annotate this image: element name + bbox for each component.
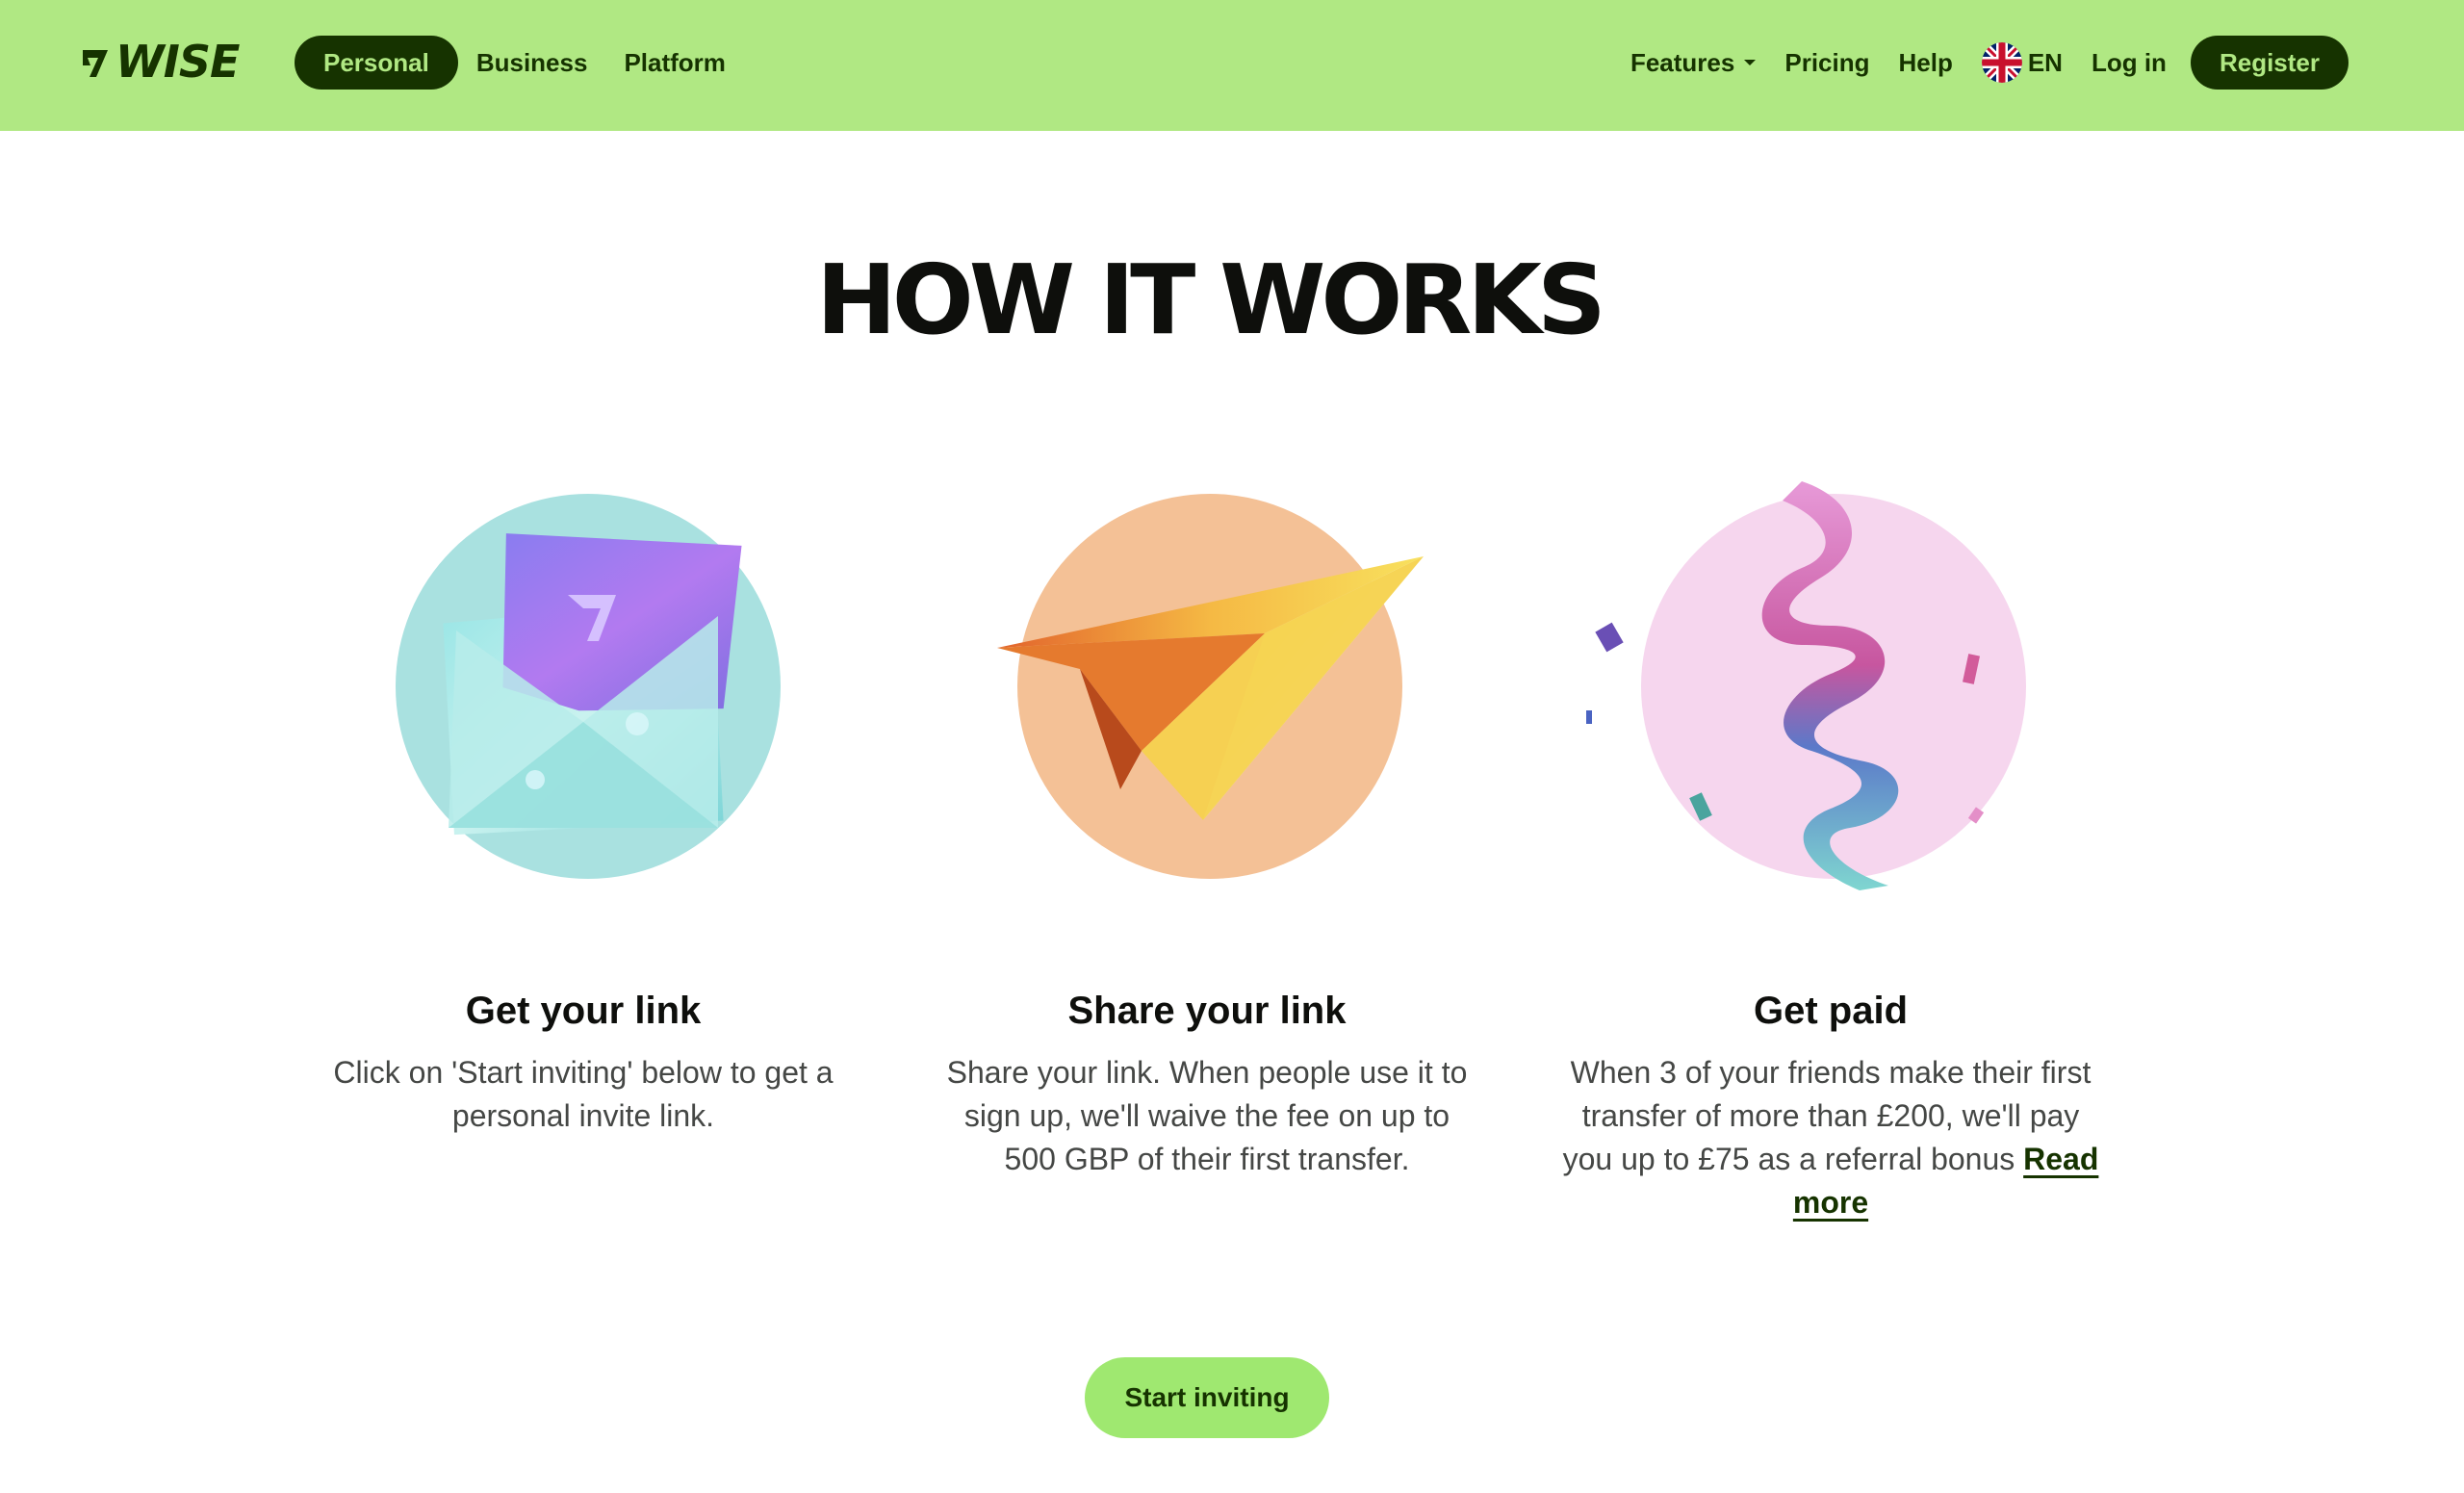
- page-title: HOW IT WORKS: [816, 244, 1606, 356]
- envelope-illustration-icon: [295, 462, 872, 905]
- language-selector[interactable]: EN: [1967, 42, 2077, 83]
- chevron-down-icon: [1744, 60, 1757, 65]
- step-description: Click on 'Start inviting' below to get a…: [333, 1055, 834, 1133]
- segment-business[interactable]: Business: [458, 36, 606, 90]
- account-navigation: Features Pricing Help EN Log in Register: [1616, 36, 2348, 90]
- top-navigation-bar: WISE Personal Business Platform Features…: [0, 0, 2464, 131]
- step-description-text: When 3 of your friends make their first …: [1562, 1055, 2092, 1176]
- wise-logo[interactable]: WISE: [79, 36, 240, 88]
- segment-personal[interactable]: Personal: [295, 36, 458, 90]
- help-link[interactable]: Help: [1885, 36, 1967, 90]
- pricing-link[interactable]: Pricing: [1770, 36, 1884, 90]
- register-button[interactable]: Register: [2190, 36, 2348, 90]
- ribbon-confetti-illustration-icon: [1542, 462, 2119, 905]
- login-link[interactable]: Log in: [2077, 36, 2181, 90]
- step-get-paid: Get paid When 3 of your friends make the…: [1542, 462, 2119, 1220]
- step-share-link: Share your link Share your link. When pe…: [918, 462, 1496, 1176]
- features-label: Features: [1630, 47, 1735, 77]
- step-title: Share your link: [1067, 990, 1347, 1032]
- step-title: Get your link: [465, 990, 702, 1032]
- step-title: Get paid: [1753, 990, 1909, 1032]
- paper-plane-illustration-icon: [918, 462, 1496, 905]
- step-description: When 3 of your friends make their first …: [1561, 1051, 2100, 1224]
- uk-flag-icon: [1981, 42, 2022, 83]
- start-inviting-button[interactable]: Start inviting: [1085, 1357, 1329, 1438]
- language-code: EN: [2027, 47, 2063, 77]
- wise-flag-icon: [83, 50, 108, 77]
- step-description: Share your link. When people use it to s…: [946, 1055, 1468, 1176]
- features-dropdown[interactable]: Features: [1616, 36, 1770, 90]
- segment-switcher: Personal Business Platform: [295, 36, 744, 90]
- segment-platform[interactable]: Platform: [605, 36, 743, 90]
- logo-wordmark: WISE: [116, 36, 240, 88]
- step-get-link: Get your link Click on 'Start inviting' …: [295, 462, 872, 1133]
